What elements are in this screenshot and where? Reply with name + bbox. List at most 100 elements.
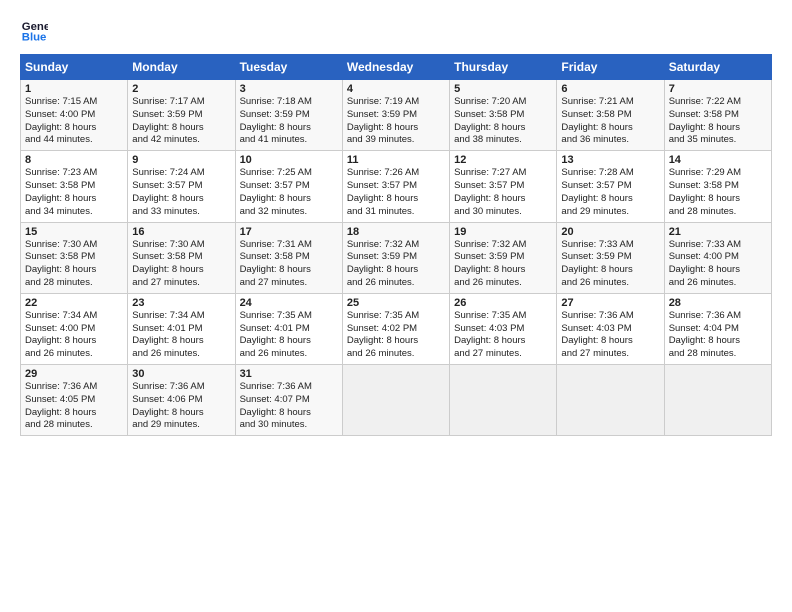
calendar-cell: 4Sunrise: 7:19 AMSunset: 3:59 PMDaylight… [342, 80, 449, 151]
cell-info-line: Sunset: 4:04 PM [669, 323, 767, 336]
cell-info-line: Daylight: 8 hours [25, 335, 123, 348]
cell-info-line: Sunrise: 7:36 AM [132, 381, 230, 394]
calendar-week-row: 22Sunrise: 7:34 AMSunset: 4:00 PMDayligh… [21, 293, 772, 364]
day-number: 2 [132, 83, 230, 95]
cell-info-line: Daylight: 8 hours [669, 264, 767, 277]
cell-info-line: Sunrise: 7:34 AM [132, 310, 230, 323]
calendar-cell: 5Sunrise: 7:20 AMSunset: 3:58 PMDaylight… [450, 80, 557, 151]
cell-info-line: Daylight: 8 hours [347, 335, 445, 348]
cell-info-line: Sunrise: 7:35 AM [347, 310, 445, 323]
cell-info-line: Sunrise: 7:34 AM [25, 310, 123, 323]
cell-info-line: Daylight: 8 hours [347, 193, 445, 206]
day-number: 18 [347, 226, 445, 238]
cell-info-line: Sunset: 3:58 PM [240, 251, 338, 264]
cell-info-line: Daylight: 8 hours [25, 193, 123, 206]
day-number: 12 [454, 154, 552, 166]
cell-info-line: Sunset: 4:05 PM [25, 394, 123, 407]
cell-info-line: Sunrise: 7:19 AM [347, 96, 445, 109]
cell-info-line: Sunrise: 7:30 AM [132, 239, 230, 252]
cell-info-line: Sunset: 4:02 PM [347, 323, 445, 336]
cell-info-line: and 35 minutes. [669, 134, 767, 147]
day-number: 4 [347, 83, 445, 95]
cell-info-line: Sunset: 3:58 PM [132, 251, 230, 264]
cell-info-line: Sunset: 4:03 PM [454, 323, 552, 336]
cell-info-line: Daylight: 8 hours [561, 122, 659, 135]
calendar-week-row: 8Sunrise: 7:23 AMSunset: 3:58 PMDaylight… [21, 151, 772, 222]
cell-info-line: and 27 minutes. [132, 277, 230, 290]
cell-info-line: Sunrise: 7:36 AM [561, 310, 659, 323]
cell-info-line: and 31 minutes. [347, 206, 445, 219]
cell-info-line: Daylight: 8 hours [347, 122, 445, 135]
cell-info-line: and 44 minutes. [25, 134, 123, 147]
day-header-saturday: Saturday [664, 55, 771, 80]
cell-info-line: Daylight: 8 hours [561, 264, 659, 277]
calendar-cell: 1Sunrise: 7:15 AMSunset: 4:00 PMDaylight… [21, 80, 128, 151]
cell-info-line: and 27 minutes. [561, 348, 659, 361]
cell-info-line: Sunset: 4:00 PM [669, 251, 767, 264]
cell-info-line: and 30 minutes. [454, 206, 552, 219]
calendar-cell: 22Sunrise: 7:34 AMSunset: 4:00 PMDayligh… [21, 293, 128, 364]
calendar-cell: 8Sunrise: 7:23 AMSunset: 3:58 PMDaylight… [21, 151, 128, 222]
cell-info-line: and 29 minutes. [561, 206, 659, 219]
cell-info-line: and 26 minutes. [347, 277, 445, 290]
cell-info-line: Daylight: 8 hours [132, 264, 230, 277]
day-header-wednesday: Wednesday [342, 55, 449, 80]
cell-info-line: Daylight: 8 hours [561, 335, 659, 348]
cell-info-line: and 26 minutes. [347, 348, 445, 361]
calendar-cell: 26Sunrise: 7:35 AMSunset: 4:03 PMDayligh… [450, 293, 557, 364]
cell-info-line: Sunset: 4:00 PM [25, 109, 123, 122]
day-number: 31 [240, 368, 338, 380]
cell-info-line: Daylight: 8 hours [454, 122, 552, 135]
day-number: 13 [561, 154, 659, 166]
cell-info-line: Sunset: 3:57 PM [132, 180, 230, 193]
cell-info-line: Sunset: 4:01 PM [132, 323, 230, 336]
cell-info-line: Daylight: 8 hours [25, 122, 123, 135]
cell-info-line: Sunset: 3:57 PM [454, 180, 552, 193]
calendar-cell: 7Sunrise: 7:22 AMSunset: 3:58 PMDaylight… [664, 80, 771, 151]
cell-info-line: Daylight: 8 hours [132, 335, 230, 348]
day-number: 22 [25, 297, 123, 309]
cell-info-line: and 28 minutes. [25, 277, 123, 290]
calendar-cell: 11Sunrise: 7:26 AMSunset: 3:57 PMDayligh… [342, 151, 449, 222]
cell-info-line: Sunset: 3:59 PM [347, 251, 445, 264]
calendar-week-row: 15Sunrise: 7:30 AMSunset: 3:58 PMDayligh… [21, 222, 772, 293]
day-number: 1 [25, 83, 123, 95]
cell-info-line: Sunset: 3:58 PM [669, 180, 767, 193]
day-number: 10 [240, 154, 338, 166]
calendar-cell: 30Sunrise: 7:36 AMSunset: 4:06 PMDayligh… [128, 365, 235, 436]
cell-info-line: and 29 minutes. [132, 419, 230, 432]
day-header-tuesday: Tuesday [235, 55, 342, 80]
day-number: 27 [561, 297, 659, 309]
cell-info-line: and 28 minutes. [669, 206, 767, 219]
cell-info-line: Daylight: 8 hours [240, 193, 338, 206]
cell-info-line: Sunset: 3:57 PM [347, 180, 445, 193]
calendar-cell: 21Sunrise: 7:33 AMSunset: 4:00 PMDayligh… [664, 222, 771, 293]
cell-info-line: Sunset: 3:58 PM [454, 109, 552, 122]
cell-info-line: Sunset: 3:59 PM [561, 251, 659, 264]
cell-info-line: and 28 minutes. [669, 348, 767, 361]
cell-info-line: Sunrise: 7:31 AM [240, 239, 338, 252]
calendar-cell: 23Sunrise: 7:34 AMSunset: 4:01 PMDayligh… [128, 293, 235, 364]
cell-info-line: Daylight: 8 hours [25, 264, 123, 277]
cell-info-line: Sunrise: 7:23 AM [25, 167, 123, 180]
day-header-friday: Friday [557, 55, 664, 80]
cell-info-line: Sunrise: 7:26 AM [347, 167, 445, 180]
day-number: 23 [132, 297, 230, 309]
calendar-cell: 29Sunrise: 7:36 AMSunset: 4:05 PMDayligh… [21, 365, 128, 436]
calendar-cell: 12Sunrise: 7:27 AMSunset: 3:57 PMDayligh… [450, 151, 557, 222]
cell-info-line: Sunset: 3:59 PM [347, 109, 445, 122]
cell-info-line: Daylight: 8 hours [454, 335, 552, 348]
calendar-cell: 20Sunrise: 7:33 AMSunset: 3:59 PMDayligh… [557, 222, 664, 293]
calendar-cell: 3Sunrise: 7:18 AMSunset: 3:59 PMDaylight… [235, 80, 342, 151]
day-number: 25 [347, 297, 445, 309]
day-number: 5 [454, 83, 552, 95]
calendar-cell [664, 365, 771, 436]
cell-info-line: Sunrise: 7:29 AM [669, 167, 767, 180]
cell-info-line: Sunrise: 7:28 AM [561, 167, 659, 180]
cell-info-line: Daylight: 8 hours [240, 264, 338, 277]
cell-info-line: Sunset: 4:03 PM [561, 323, 659, 336]
day-number: 3 [240, 83, 338, 95]
day-number: 24 [240, 297, 338, 309]
calendar-cell: 31Sunrise: 7:36 AMSunset: 4:07 PMDayligh… [235, 365, 342, 436]
cell-info-line: and 36 minutes. [561, 134, 659, 147]
